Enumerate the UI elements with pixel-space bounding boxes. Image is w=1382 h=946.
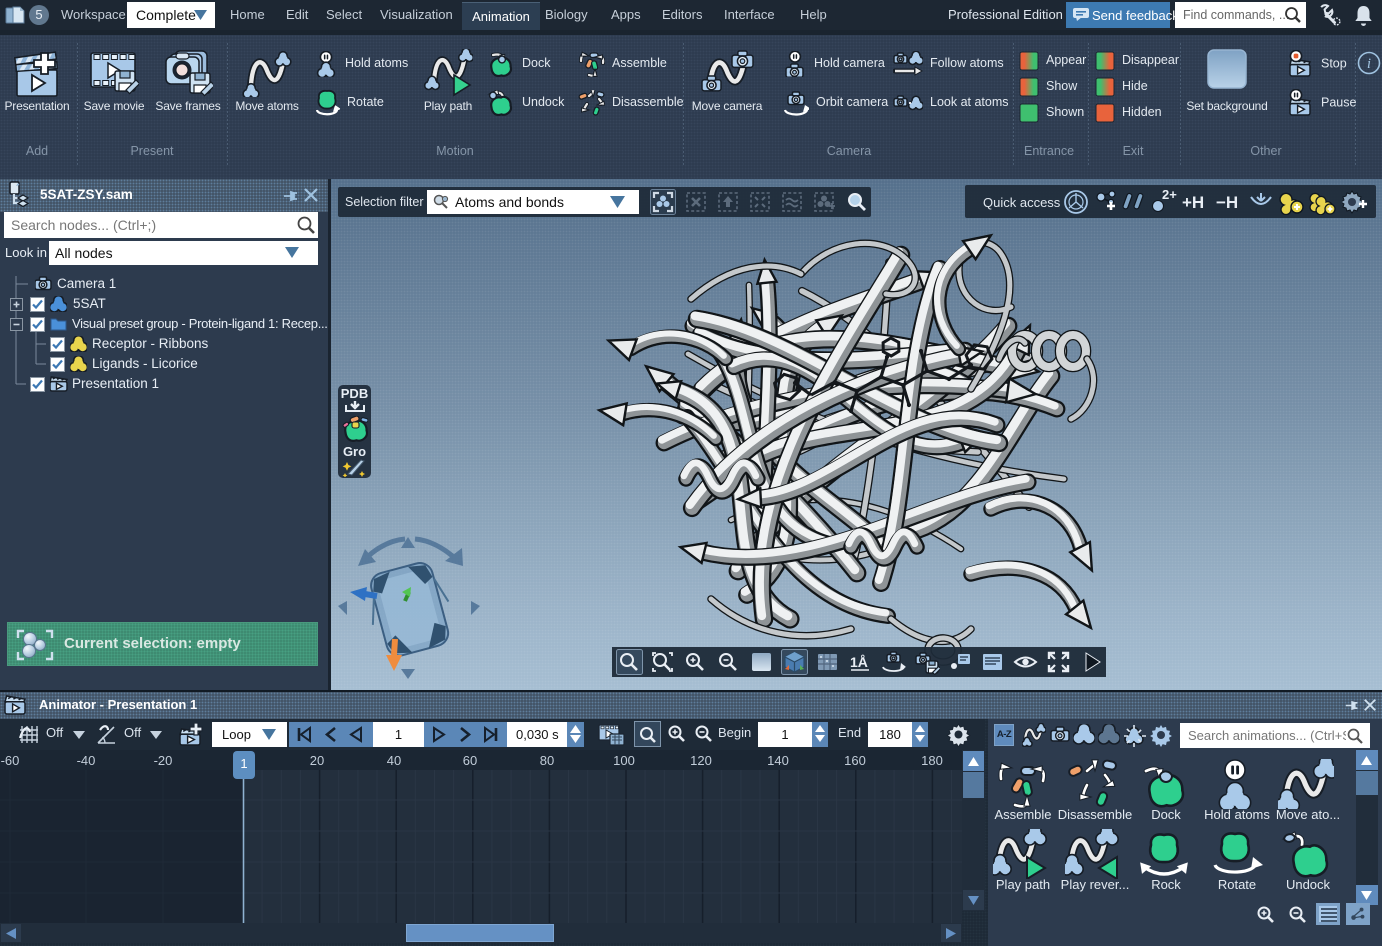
svg-text:i: i bbox=[1367, 56, 1371, 72]
svg-text:+H: +H bbox=[1182, 193, 1204, 212]
svg-text:2+: 2+ bbox=[1162, 189, 1177, 202]
svg-text:−H: −H bbox=[1216, 193, 1238, 212]
svg-text:1Å: 1Å bbox=[850, 654, 868, 670]
